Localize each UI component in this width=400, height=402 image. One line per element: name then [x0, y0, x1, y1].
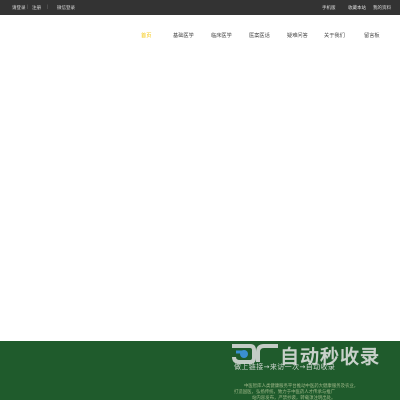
nav-item-home[interactable]: 首页 — [141, 32, 151, 39]
separator: | — [27, 5, 29, 10]
wechat-login-link[interactable]: 微信登录 — [57, 5, 75, 11]
nav-item-qa[interactable]: 疑难问答 — [287, 32, 308, 39]
nav-item-basic-medicine[interactable]: 基础医学 — [173, 32, 194, 39]
nav-item-clinical-medicine[interactable]: 临床医学 — [211, 32, 232, 39]
separator: | — [47, 5, 49, 10]
footer-line-3: 站内容发布，严禁抄袭，转载须注明出处。 — [252, 396, 336, 401]
nav-item-guestbook[interactable]: 留言板 — [364, 32, 380, 39]
nav-item-about[interactable]: 关于我们 — [324, 32, 345, 39]
top-bar: 请登录 | 注册 | 微信登录 手机版 收藏本站 我的资料 — [0, 0, 400, 15]
my-profile-link[interactable]: 我的资料 — [373, 5, 391, 11]
favorite-link[interactable]: 收藏本站 — [348, 5, 366, 11]
login-link[interactable]: 请登录 — [12, 5, 26, 11]
register-link[interactable]: 注册 — [32, 5, 41, 11]
watermark-subtitle: 做上链接→来访一次→自动收录 — [234, 363, 336, 371]
watermark: 自动秒收录 做上链接→来访一次→自动收录 — [230, 342, 390, 382]
main-nav: 首页 基础医学 临床医学 医案医话 疑难问答 关于我们 留言板 — [0, 30, 400, 44]
mobile-version-link[interactable]: 手机版 — [322, 5, 336, 11]
nav-item-case-records[interactable]: 医案医话 — [249, 32, 270, 39]
watermark-logo-icon — [232, 344, 278, 364]
